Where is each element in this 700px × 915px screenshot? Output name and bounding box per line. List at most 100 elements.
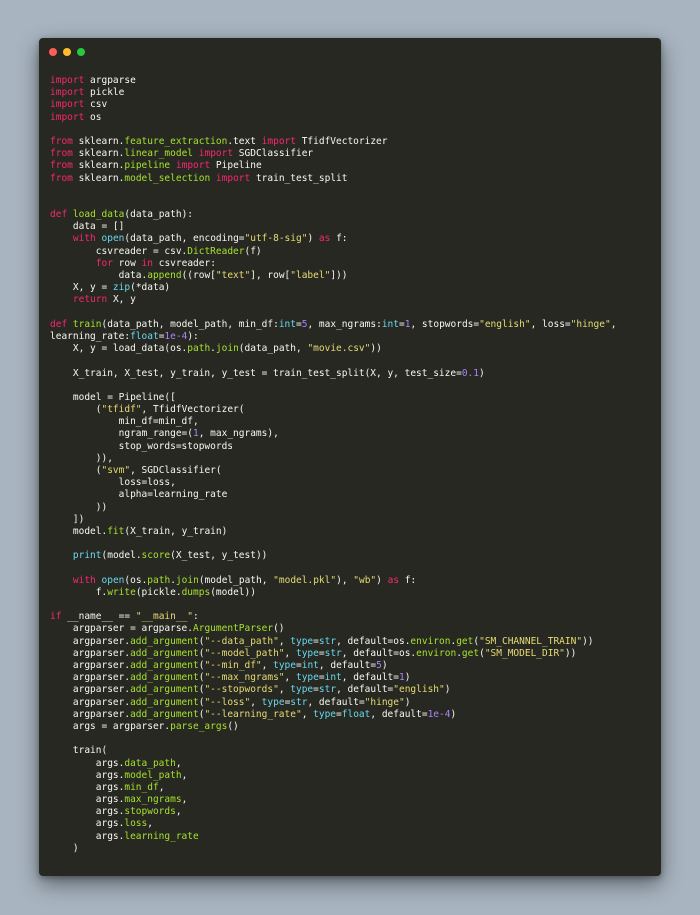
code-token: type xyxy=(261,696,285,708)
code-token: "label" xyxy=(290,270,331,281)
code-token: path xyxy=(147,574,171,586)
code-token: )) xyxy=(50,501,108,513)
code-line: with open(os.path.join(model_path, "mode… xyxy=(50,575,652,587)
code-token: int xyxy=(324,672,342,684)
code-token: join xyxy=(215,343,239,355)
code-token: stopwords xyxy=(124,806,176,818)
close-window-button[interactable] xyxy=(49,48,57,56)
code-token: ])) xyxy=(330,270,348,281)
code-token: argparser. xyxy=(50,708,131,720)
code-token: dumps xyxy=(181,586,211,598)
code-token: , default= xyxy=(307,696,365,708)
code-token: , default=os. xyxy=(336,635,411,647)
code-line: argparser.add_argument("--data_path", ty… xyxy=(50,636,652,648)
code-line: ]) xyxy=(50,514,652,526)
code-token: model = Pipeline([ xyxy=(50,391,176,403)
code-token: import xyxy=(175,160,211,172)
code-token: add_argument xyxy=(130,684,199,696)
code-token: "wb" xyxy=(353,574,377,586)
code-token: from xyxy=(50,135,73,147)
code-token: print xyxy=(72,550,102,562)
code-token: X, y = xyxy=(50,282,113,294)
code-line: argparser.add_argument("--model_path", t… xyxy=(50,648,652,660)
code-token: argparser. xyxy=(50,684,131,696)
code-token: , xyxy=(147,818,153,830)
minimize-window-button[interactable] xyxy=(63,48,71,56)
code-token: "movie.csv" xyxy=(307,343,371,355)
code-token: as xyxy=(318,233,331,245)
code-token: "--max_ngrams" xyxy=(204,672,285,684)
code-token: linear_model xyxy=(124,148,194,160)
code-line: def train(data_path, model_path, min_df:… xyxy=(50,319,652,331)
code-token: max_ngrams xyxy=(124,794,182,806)
code-token: import xyxy=(215,172,251,184)
code-line: if __name__ == "__main__": xyxy=(50,611,652,623)
code-token: "--stopwords" xyxy=(204,684,279,696)
code-token: () xyxy=(227,720,239,732)
code-token: : xyxy=(193,611,199,623)
code-line: model.fit(X_train, y_train) xyxy=(50,526,652,538)
code-token: DictReader xyxy=(187,245,245,257)
code-token: csvreader = csv. xyxy=(50,245,188,257)
code-token: X, y = load_data(os. xyxy=(50,343,188,355)
code-token: "svm" xyxy=(101,465,131,476)
code-token: 1e-4 xyxy=(427,708,451,720)
code-token: as xyxy=(387,574,400,586)
code-token: min_df=min_df, xyxy=(50,416,199,428)
code-token: sklearn. xyxy=(72,172,125,184)
code-line: X_train, X_test, y_train, y_test = train… xyxy=(50,368,652,380)
code-token: ArgumentParser xyxy=(193,623,274,635)
code-line: def load_data(data_path): xyxy=(50,209,652,221)
code-token: "--data_path" xyxy=(204,635,279,647)
code-token: X, y xyxy=(107,294,136,306)
code-token: pickle xyxy=(84,87,125,99)
code-token: sklearn. xyxy=(72,148,125,160)
code-token: , xyxy=(284,647,296,659)
code-line: args.loss, xyxy=(50,818,652,830)
code-token: learning_rate xyxy=(124,830,199,842)
code-token: argparse xyxy=(84,75,136,86)
code-token: args. xyxy=(50,757,125,769)
code-token: "hinge" xyxy=(570,318,611,330)
zoom-window-button[interactable] xyxy=(77,48,85,56)
code-token: import xyxy=(50,75,85,86)
code-token: , max_ngrams: xyxy=(307,318,382,330)
code-token: from xyxy=(50,148,73,160)
code-line: args.stopwords, xyxy=(50,806,652,818)
code-token: data_path xyxy=(124,757,176,769)
code-token: , default= xyxy=(370,708,428,720)
code-token: learning_rate: xyxy=(50,330,131,342)
code-line: argparser = argparse.ArgumentParser() xyxy=(50,623,652,635)
code-line: argparser.add_argument("--stopwords", ty… xyxy=(50,684,652,696)
code-token: feature_extraction xyxy=(124,135,228,147)
code-line: alpha=learning_rate xyxy=(50,489,652,501)
code-token: argparser = argparse. xyxy=(50,623,193,635)
code-token: ]) xyxy=(50,513,85,525)
code-token: , stopwords= xyxy=(410,318,480,330)
code-token: ((row[ xyxy=(181,270,216,281)
code-token: ( xyxy=(50,465,102,476)
code-token: zip xyxy=(112,282,131,294)
code-line: train( xyxy=(50,745,652,757)
code-token: __name__ == xyxy=(61,611,136,623)
code-token: , xyxy=(610,318,617,330)
code-token: import xyxy=(50,111,85,123)
code-token: ): xyxy=(187,330,199,342)
code-block: import argparse import pickle import csv im… xyxy=(50,75,652,855)
code-token: get xyxy=(461,647,480,659)
code-token: (f) xyxy=(244,245,262,257)
code-token: args. xyxy=(50,818,125,830)
code-token: from xyxy=(50,160,73,172)
code-token: ngram_range=( xyxy=(50,428,193,440)
code-token: sklearn. xyxy=(72,135,125,147)
code-token: open xyxy=(101,574,125,586)
code-token: append xyxy=(147,270,182,281)
window-titlebar xyxy=(39,38,661,68)
